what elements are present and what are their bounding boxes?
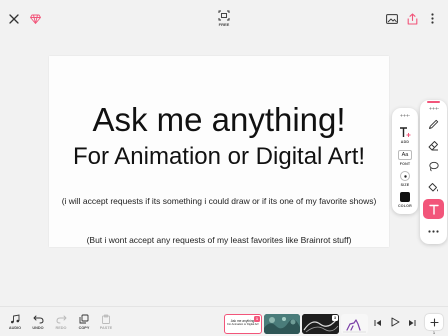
paste-icon[interactable] [100,313,112,324]
frame-thumbnail-current[interactable]: Ask me anything! For Animation or Digita… [224,314,262,334]
drawing-canvas[interactable]: Ask me anything! For Animation or Digita… [49,56,389,247]
audio-label: AUDIO [8,326,22,330]
add-frame-icon[interactable] [425,314,443,330]
more-vertical-icon[interactable] [428,12,436,25]
canvas-text-title[interactable]: Ask me anything! [49,101,389,139]
image-icon[interactable] [385,13,398,25]
frame-thumbnail-3[interactable]: 3 [302,314,339,334]
copy-label: COPY [78,326,90,330]
frame-counter: 1 [432,330,436,335]
gem-icon[interactable] [29,13,41,25]
fill-icon[interactable] [427,181,440,194]
text-icon[interactable] [423,199,444,219]
canvas-text-subtitle[interactable]: For Animation or Digital Art! [49,143,389,171]
paste-label: PASTE [99,326,113,330]
frame-thumb-art-2 [264,314,300,334]
add-label: ADD [400,140,410,144]
close-icon[interactable] [8,13,20,25]
frame-thumb-text-2: For Animation or Digital Art! [227,323,259,326]
lasso-icon[interactable] [427,160,440,173]
frame-thumbnail-4[interactable] [341,314,368,334]
tools-grip[interactable] [428,107,439,110]
color-label: COLOR [398,204,412,208]
more-horizontal-icon[interactable] [427,227,440,235]
previous-frame-icon[interactable] [373,317,383,328]
text-options-panel: ADD Aa FONT SIZE COLOR [392,108,418,214]
copy-icon[interactable] [78,313,90,324]
frame-thumbnail-2[interactable] [264,314,300,334]
play-icon[interactable] [390,316,401,328]
next-frame-icon[interactable] [407,317,417,328]
add-text-icon[interactable] [399,126,411,138]
tools-panel-accent [427,101,440,103]
undo-label: UNDO [32,326,44,330]
canvas-text-disclaimer[interactable]: (But i wont accept any requests of my le… [49,234,389,246]
font-button[interactable]: Aa [398,150,412,160]
pen-icon[interactable] [427,118,440,131]
top-bar: FREE [0,0,448,38]
redo-label: REDO [55,326,67,330]
frame-label: FREE [218,22,230,27]
eraser-icon[interactable] [427,139,440,152]
tools-panel [420,100,447,244]
share-icon[interactable] [406,12,419,25]
frame-icon[interactable] [217,9,231,21]
frame-badge: 1 [254,316,260,322]
canvas-text-note[interactable]: (i will accept requests if its something… [49,195,389,207]
frame-badge-3: 3 [332,315,338,321]
audio-icon[interactable] [9,313,21,324]
undo-icon[interactable] [32,314,44,324]
panel-grip[interactable] [400,114,410,117]
font-glyph: Aa [401,152,409,158]
color-swatch[interactable] [400,192,410,202]
frame-thumb-art-4 [343,319,366,333]
size-label: SIZE [400,183,410,187]
size-control[interactable] [400,171,410,181]
redo-icon[interactable] [55,314,67,324]
font-label: FONT [399,162,411,166]
